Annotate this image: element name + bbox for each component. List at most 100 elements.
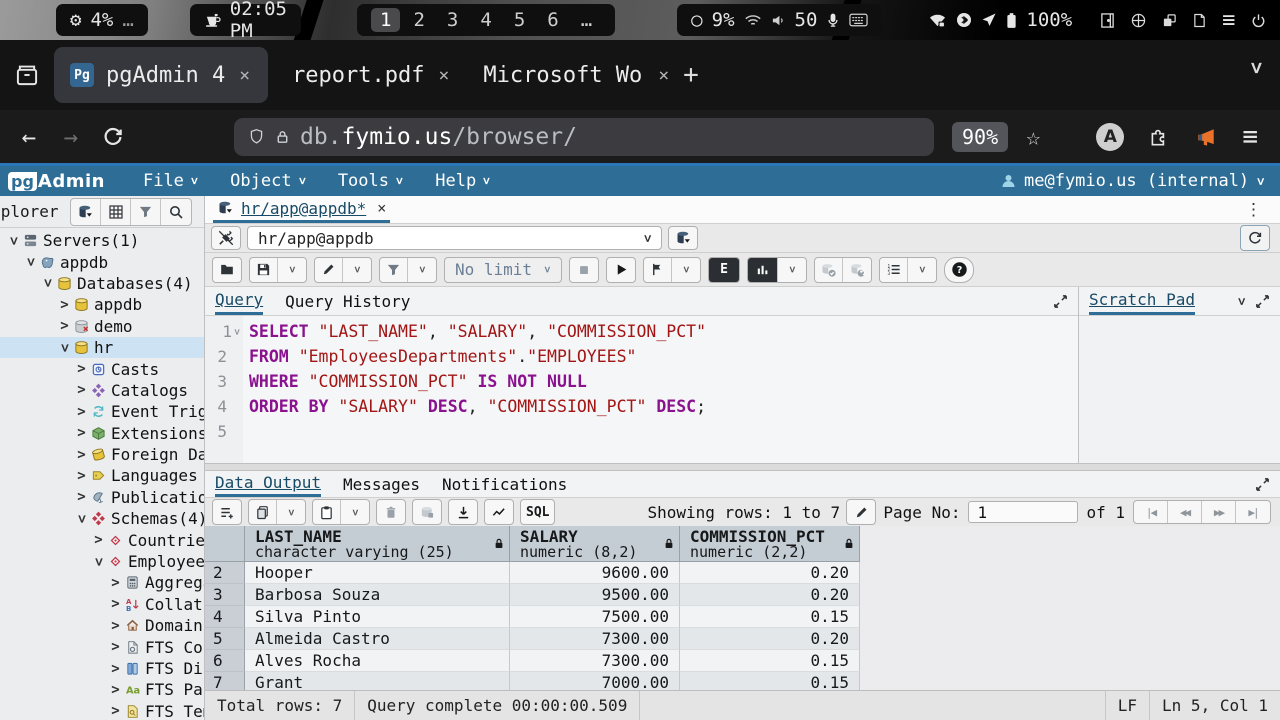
connectivity-widget[interactable]: 100% (914, 4, 1086, 36)
new-connection-icon[interactable] (668, 226, 698, 250)
explain-chevron-icon[interactable]: > (778, 258, 806, 282)
sql-button[interactable]: SQL (521, 500, 554, 524)
tree-item[interactable]: >Foreign Data Wrappers (0, 444, 204, 465)
execute-options-button[interactable] (644, 258, 672, 282)
tree-item[interactable]: >Languages (0, 465, 204, 486)
restore-layout-icon[interactable] (1240, 225, 1270, 251)
zoom-level-button[interactable]: 90% (952, 122, 1008, 152)
tree-expander-icon[interactable]: > (57, 319, 72, 333)
tree-item[interactable]: >FTS Dictionaries (0, 658, 204, 679)
query-tool-tab[interactable]: hr/app@appdb* × (213, 196, 390, 223)
edit-button[interactable] (315, 258, 343, 282)
tree-expander-icon[interactable]: > (57, 298, 72, 312)
cell[interactable]: 7000.00 (510, 672, 680, 690)
cell[interactable]: 0.15 (680, 606, 860, 628)
close-tab-icon[interactable]: × (437, 65, 452, 86)
browser-menu-icon[interactable]: ≡ (1242, 122, 1258, 152)
tree-expander-icon[interactable]: > (108, 704, 123, 718)
tree-expander-icon[interactable]: > (7, 233, 21, 248)
bookmark-star-icon[interactable]: ☆ (1026, 123, 1040, 151)
tree-expander-icon[interactable]: > (74, 469, 89, 483)
workspace-2[interactable]: 2 (404, 8, 433, 32)
menu-object[interactable]: Object> (216, 166, 320, 196)
workspace-1[interactable]: 1 (371, 8, 400, 32)
connect-database-button[interactable] (71, 199, 101, 225)
cell[interactable]: Hooper (245, 562, 510, 584)
save-button[interactable] (250, 258, 278, 282)
tree-item[interactable]: >Servers(1) (0, 230, 204, 251)
editor-code[interactable]: SELECT "LAST_NAME", "SALARY", "COMMISSIO… (243, 316, 1078, 463)
first-page-button[interactable]: |◀ (1134, 501, 1168, 523)
connection-status-icon[interactable] (211, 226, 241, 250)
back-button[interactable]: ← (12, 123, 46, 151)
tree-expander-icon[interactable]: > (108, 619, 123, 633)
tree-expander-icon[interactable]: > (74, 383, 89, 397)
new-tab-button[interactable]: + (669, 60, 713, 90)
tab-query[interactable]: Query (215, 287, 263, 315)
workspace-…[interactable]: … (572, 8, 601, 32)
tree-expander-icon[interactable]: > (74, 426, 89, 440)
panel-kebab-icon[interactable]: ⋮ (1235, 200, 1272, 220)
eol-indicator[interactable]: LF (1105, 691, 1149, 720)
cell[interactable]: 0.15 (680, 650, 860, 672)
cell[interactable]: Silva Pinto (245, 606, 510, 628)
tree-item[interactable]: >appdb (0, 294, 204, 315)
explain-analyze-button[interactable] (748, 258, 778, 282)
tab-query-history[interactable]: Query History (285, 287, 410, 315)
scratch-pad-body[interactable] (1079, 316, 1280, 463)
user-menu[interactable]: me@fymio.us (internal)> (1000, 171, 1272, 191)
table-row[interactable]: 4Silva Pinto7500.000.15 (205, 606, 1280, 628)
copy-chevron-icon[interactable]: > (277, 500, 305, 524)
delete-row-button[interactable] (377, 500, 405, 524)
tree-item[interactable]: >appdb (0, 251, 204, 272)
last-page-button[interactable]: ▶| (1236, 501, 1270, 523)
cell[interactable]: 9600.00 (510, 562, 680, 584)
tab-scratch-pad[interactable]: Scratch Pad (1089, 287, 1195, 315)
table-row[interactable]: 2Hooper9600.000.20 (205, 562, 1280, 584)
save-options-chevron-icon[interactable]: > (278, 258, 306, 282)
cell[interactable]: 0.15 (680, 672, 860, 690)
scratch-collapse-chevron-icon[interactable]: > (1235, 297, 1248, 305)
globe-icon[interactable] (1131, 13, 1146, 28)
extensions-puzzle-icon[interactable] (1148, 126, 1170, 148)
row-number[interactable]: 5 (205, 628, 245, 650)
copy-button[interactable] (249, 500, 277, 524)
sql-editor[interactable]: 1>2345 SELECT "LAST_NAME", "SALARY", "CO… (205, 316, 1078, 463)
cell[interactable]: 7500.00 (510, 606, 680, 628)
panel-splitter[interactable] (205, 464, 1280, 471)
cell[interactable]: 7300.00 (510, 650, 680, 672)
browser-tab-word[interactable]: Microsoft Wo (467, 47, 658, 103)
tree-expander-icon[interactable]: > (108, 662, 123, 676)
column-header-salary[interactable]: SALARYnumeric (8,2) (510, 526, 680, 562)
filter-button[interactable] (380, 258, 408, 282)
tab-manager-icon[interactable] (10, 62, 44, 88)
tree-item[interactable]: >Schemas(4) (0, 508, 204, 529)
browser-tab-pgadmin[interactable]: Pg pgAdmin 4 × (54, 47, 268, 103)
workspace-4[interactable]: 4 (471, 8, 500, 32)
cell[interactable]: Grant (245, 672, 510, 690)
tree-expander-icon[interactable]: > (74, 405, 89, 419)
tree-item[interactable]: >Aggregates (0, 572, 204, 593)
tab-overflow-chevron-icon[interactable]: > (1247, 62, 1267, 88)
column-header-last_name[interactable]: LAST_NAMEcharacter varying (25) (245, 526, 510, 562)
tree-item[interactable]: >Domains (0, 615, 204, 636)
tree-expander-icon[interactable]: > (58, 340, 72, 355)
add-row-button[interactable] (213, 500, 241, 524)
cell[interactable]: 0.20 (680, 562, 860, 584)
paste-button[interactable] (313, 500, 341, 524)
workspace-switcher[interactable]: 123456… (357, 4, 615, 36)
document-icon[interactable] (1193, 13, 1206, 28)
tree-item[interactable]: >EmployeesDepartments (0, 551, 204, 572)
quick-settings[interactable]: ○ 9% 50 (677, 4, 882, 36)
macros-button[interactable]: 123 (880, 258, 908, 282)
browser-tab-report[interactable]: report.pdf × (276, 47, 467, 103)
execute-button[interactable] (607, 258, 635, 282)
menu-tools[interactable]: Tools> (324, 166, 417, 196)
filter-button[interactable] (131, 199, 161, 225)
tree-expander-icon[interactable]: > (108, 576, 123, 590)
grid-view-button[interactable] (101, 199, 131, 225)
workspace-6[interactable]: 6 (538, 8, 567, 32)
expand-scratch-icon[interactable] (1255, 294, 1270, 309)
tree-expander-icon[interactable]: > (91, 533, 106, 547)
row-limit-select[interactable]: No limit> (444, 257, 562, 283)
